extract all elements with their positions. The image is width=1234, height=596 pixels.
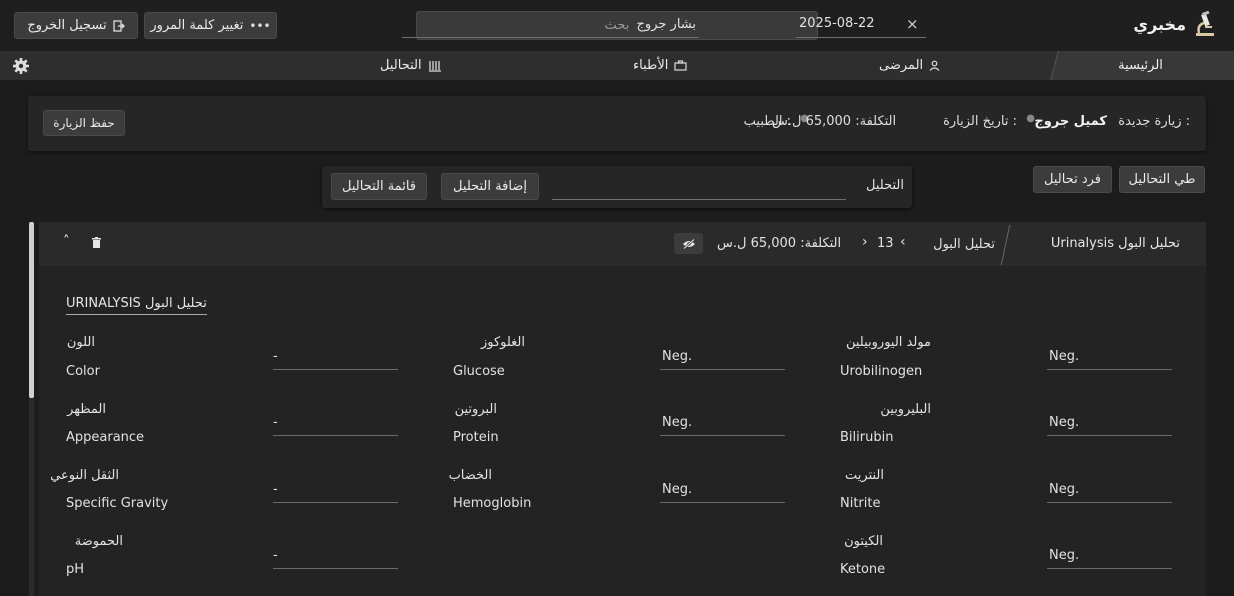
logout-label: تسجيل الخروج <box>27 18 107 33</box>
change-password-button[interactable]: تغيير كلمة المرور ••• <box>144 12 277 39</box>
nav-item-analyses[interactable]: التحاليل <box>380 51 442 80</box>
field-label-en: Hemoglobin <box>453 496 532 511</box>
analysis-card: Urinalysis تحليل البول تحليل البول ‹ 13 … <box>39 222 1206 596</box>
field-label-en: Glucose <box>453 364 505 379</box>
field-label-ar: الحموضة <box>74 534 123 549</box>
person-icon <box>929 60 940 71</box>
app-title: مخبري <box>1133 14 1186 34</box>
field-label-ar: المظهر <box>67 402 106 417</box>
dots-icon: ••• <box>249 18 271 33</box>
ketone-input[interactable]: Neg. <box>1047 544 1172 569</box>
nav-item-doctors[interactable]: الأطباء <box>633 51 687 80</box>
field-label-ar: مولد اليوروبيلين <box>845 335 931 350</box>
glucose-input[interactable]: Neg. <box>660 345 785 370</box>
field-label-en: Ketone <box>840 562 886 577</box>
expand-label: فرد تحاليل <box>1043 172 1101 187</box>
appearance-input[interactable]: - <box>273 411 398 436</box>
card-header[interactable]: Urinalysis تحليل البول تحليل البول ‹ 13 … <box>39 222 1206 266</box>
logout-button[interactable]: تسجيل الخروج <box>14 12 138 39</box>
hide-button[interactable] <box>674 233 703 254</box>
card-count: 13 <box>877 236 894 251</box>
analysis-label: التحليل <box>866 178 904 193</box>
field-label-ar: الغلوكوز <box>480 335 525 350</box>
prev-icon[interactable]: ‹ <box>900 234 906 250</box>
field-label-en: Protein <box>453 430 499 445</box>
nav-item-home[interactable]: الرئيسية <box>1047 51 1234 80</box>
card-arabic-name: تحليل البول <box>933 237 995 252</box>
flask-icon <box>428 60 441 72</box>
field-label-ar: البروتين <box>454 402 497 417</box>
nitrite-input[interactable]: Neg. <box>1047 478 1172 503</box>
field-label-ar: الكيتون <box>844 534 883 549</box>
collapse-analyses-button[interactable]: طي التحاليل <box>1119 166 1205 193</box>
visit-date-value: 2025-08-22 <box>799 16 875 31</box>
section-title: URINALYSIS تحليل البول <box>66 296 207 315</box>
field-label-en: Color <box>66 364 100 379</box>
card-cost: التكلفة: 65,000 ل.س <box>717 236 842 251</box>
visit-panel: زيارة جديدة : كميل جروج ● تاريخ الزيارة … <box>28 96 1206 151</box>
field-label-en: Urobilinogen <box>840 364 923 379</box>
card-header-divider <box>1000 225 1011 265</box>
logout-icon <box>113 19 125 32</box>
field-label-en: Specific Gravity <box>66 496 169 511</box>
field-label-en: Appearance <box>66 430 145 445</box>
main-nav: الرئيسية المرضى الأطباء التحاليل <box>0 51 1234 80</box>
gear-icon[interactable] <box>12 57 30 75</box>
add-analysis-button[interactable]: إضافة التحليل <box>441 173 539 200</box>
patient-name: كميل جروج <box>1034 114 1107 129</box>
nav-item-patients[interactable]: المرضى <box>879 51 940 80</box>
expand-analyses-button[interactable]: فرد تحاليل <box>1033 166 1112 193</box>
clear-date-icon[interactable]: × <box>906 15 919 33</box>
doctor-select[interactable]: بشار جروج <box>402 14 699 38</box>
visit-date-input[interactable]: 2025-08-22 × <box>796 15 926 38</box>
doctor-value: بشار جروج <box>636 17 696 32</box>
add-analysis-label: إضافة التحليل <box>453 179 527 194</box>
save-visit-label: حفظ الزيارة <box>53 116 115 130</box>
ph-input[interactable]: - <box>273 544 398 569</box>
card-title: Urinalysis تحليل البول <box>1050 236 1180 251</box>
change-password-label: تغيير كلمة المرور <box>150 18 244 33</box>
urobilinogen-input[interactable]: Neg. <box>1047 345 1172 370</box>
nav-home-label: الرئيسية <box>1118 58 1163 73</box>
app-logo[interactable]: مخبري <box>1133 11 1216 37</box>
save-visit-button[interactable]: حفظ الزيارة <box>43 110 125 136</box>
analyses-list-label: قائمة التحاليل <box>342 179 416 194</box>
analysis-input[interactable] <box>552 173 846 200</box>
analyses-list-button[interactable]: قائمة التحاليل <box>331 173 427 200</box>
protein-input[interactable]: Neg. <box>660 411 785 436</box>
field-label-en: pH <box>66 562 85 577</box>
specific-gravity-input[interactable]: - <box>273 478 398 503</box>
cost-text: التكلفة: 65,000 ل.س <box>772 114 897 129</box>
scrollbar-thumb[interactable] <box>29 222 34 398</box>
field-label-en: Nitrite <box>840 496 881 511</box>
hemoglobin-input[interactable]: Neg. <box>660 478 785 503</box>
briefcase-icon <box>674 60 687 71</box>
nav-analyses-label: التحاليل <box>380 58 422 73</box>
nav-doctors-label: الأطباء <box>633 58 669 73</box>
eye-off-icon <box>682 238 695 249</box>
collapse-label: طي التحاليل <box>1128 172 1196 187</box>
field-label-ar: الثقل النوعي <box>50 468 119 483</box>
separator-dot: ● <box>1026 113 1035 124</box>
field-label-ar: النتريت <box>845 468 884 483</box>
chevron-up-icon[interactable]: ˄ <box>63 234 70 249</box>
field-label-en: Bilirubin <box>840 430 894 445</box>
next-icon[interactable]: › <box>862 234 868 250</box>
visit-date-label: تاريخ الزيارة : <box>943 114 1017 129</box>
field-label-ar: اللون <box>66 335 95 350</box>
bilirubin-input[interactable]: Neg. <box>1047 411 1172 436</box>
field-label-ar: البليروبين <box>880 402 931 417</box>
microscope-icon <box>1196 11 1214 36</box>
nav-patients-label: المرضى <box>879 58 924 73</box>
visit-title: زيارة جديدة : <box>1118 114 1190 129</box>
trash-icon[interactable] <box>92 237 101 248</box>
color-input[interactable]: - <box>273 345 398 370</box>
field-label-ar: الخضاب <box>448 468 492 483</box>
